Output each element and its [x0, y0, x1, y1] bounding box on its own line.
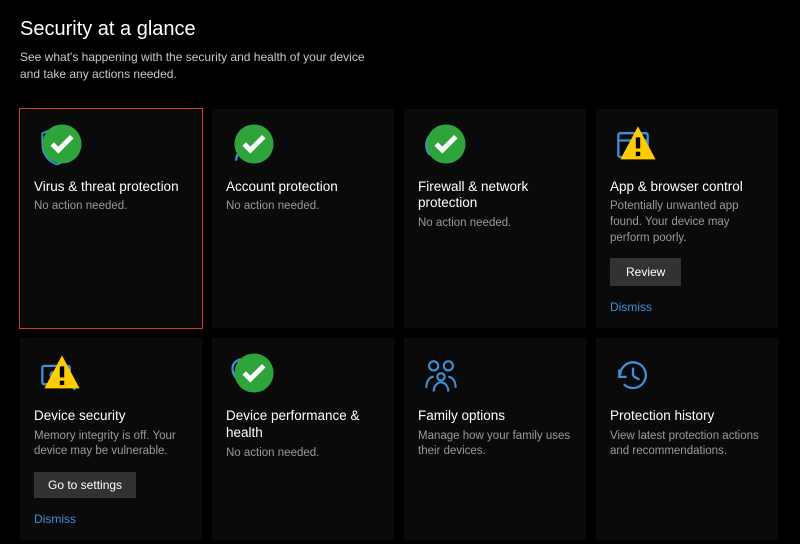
dismiss-link[interactable]: Dismiss — [610, 300, 764, 314]
tile-account-protection[interactable]: Account protection No action needed. — [212, 109, 394, 328]
tile-desc: Manage how your family uses their device… — [418, 429, 572, 460]
tile-desc: View latest protection actions and recom… — [610, 429, 764, 460]
tile-title: Device security — [34, 408, 188, 425]
tile-desc: No action needed. — [34, 199, 188, 215]
tile-virus-threat[interactable]: Virus & threat protection No action need… — [20, 109, 202, 328]
tile-title: Account protection — [226, 179, 380, 196]
tile-performance-health[interactable]: Device performance & health No action ne… — [212, 338, 394, 540]
heart-pulse-icon — [226, 352, 272, 398]
tiles-grid: Virus & threat protection No action need… — [20, 109, 780, 540]
tile-title: Firewall & network protection — [418, 179, 572, 213]
tile-desc: No action needed. — [226, 199, 380, 215]
tile-protection-history[interactable]: Protection history View latest protectio… — [596, 338, 778, 540]
tile-desc: Potentially unwanted app found. Your dev… — [610, 199, 764, 246]
history-icon — [610, 352, 656, 398]
tile-title: Device performance & health — [226, 408, 380, 442]
dismiss-link[interactable]: Dismiss — [34, 512, 188, 526]
chip-icon — [34, 352, 80, 398]
tile-desc: No action needed. — [226, 446, 380, 462]
tile-firewall[interactable]: Firewall & network protection No action … — [404, 109, 586, 328]
page-subtitle: See what's happening with the security a… — [20, 49, 380, 83]
page-title: Security at a glance — [20, 18, 780, 41]
tile-family-options[interactable]: Family options Manage how your family us… — [404, 338, 586, 540]
tile-title: Family options — [418, 408, 572, 425]
family-icon — [418, 352, 464, 398]
tile-device-security[interactable]: Device security Memory integrity is off.… — [20, 338, 202, 540]
window-icon — [610, 123, 656, 169]
tile-title: Protection history — [610, 408, 764, 425]
tile-app-browser[interactable]: App & browser control Potentially unwant… — [596, 109, 778, 328]
antenna-icon — [418, 123, 464, 169]
tile-desc: No action needed. — [418, 216, 572, 232]
person-icon — [226, 123, 272, 169]
tile-title: Virus & threat protection — [34, 179, 188, 196]
tile-title: App & browser control — [610, 179, 764, 196]
tile-desc: Memory integrity is off. Your device may… — [34, 429, 188, 460]
review-button[interactable]: Review — [610, 258, 681, 286]
shield-icon — [34, 123, 80, 169]
go-to-settings-button[interactable]: Go to settings — [34, 472, 136, 498]
